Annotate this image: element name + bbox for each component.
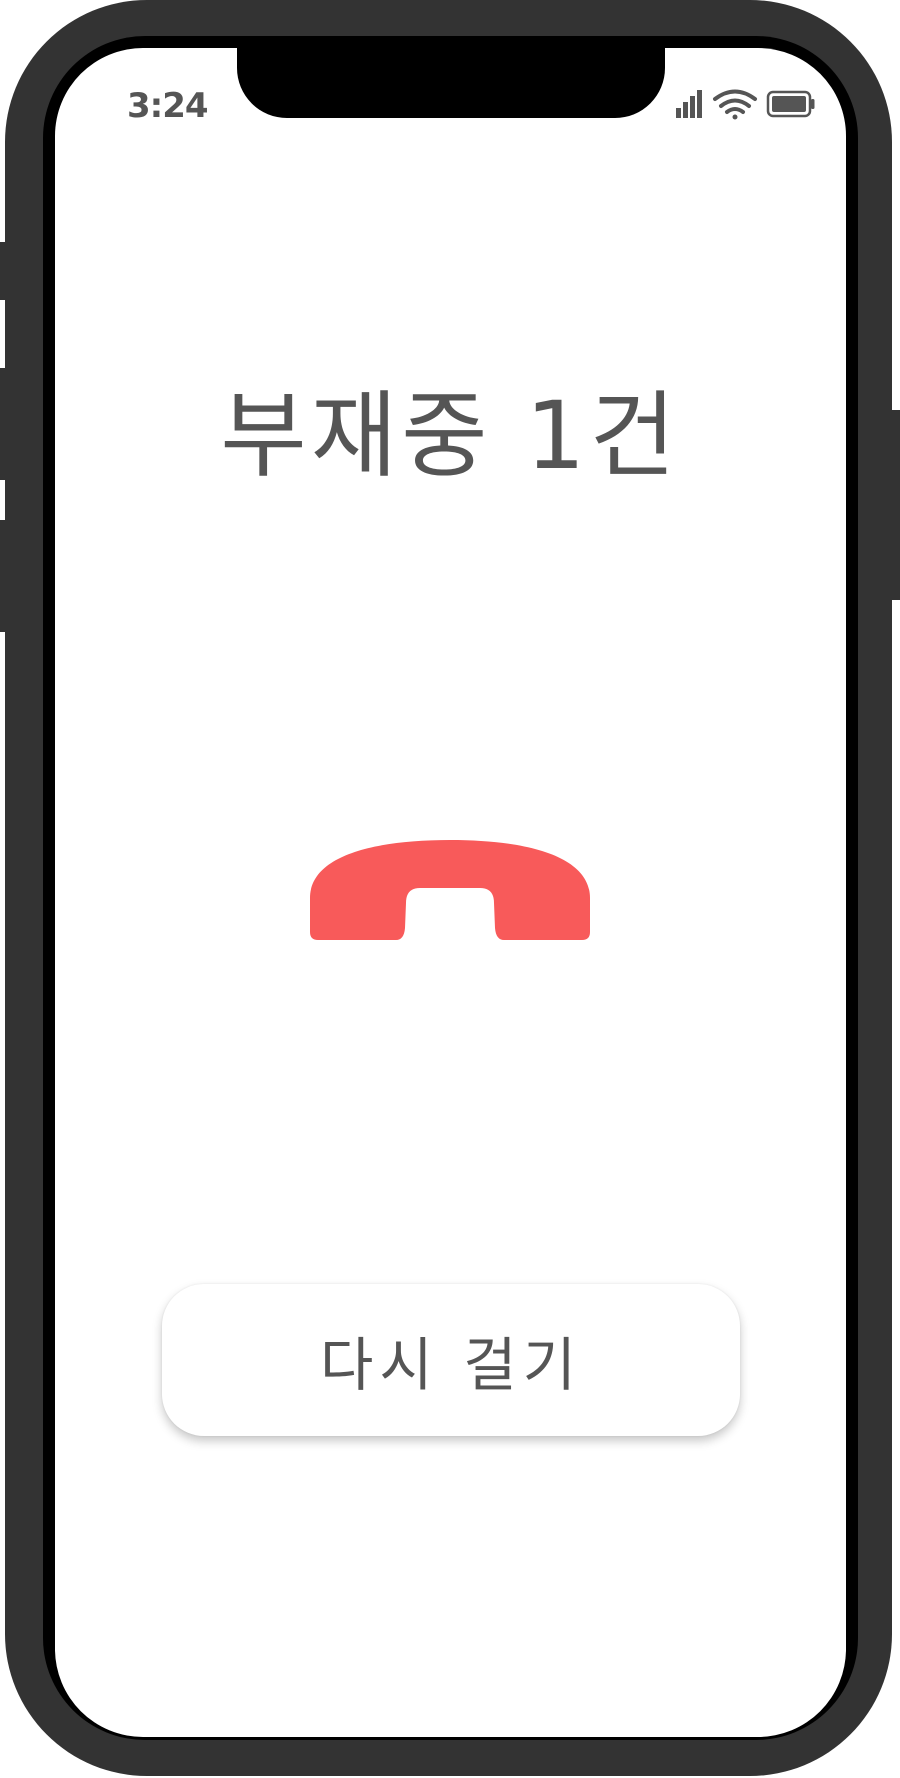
missed-call-title: 부재중 1건 [220,382,680,491]
app-canvas: 3:24 부재중 1건 다시 걸기 [0,0,900,1778]
notch [237,38,665,118]
redial-button[interactable]: 다시 걸기 [162,1284,740,1436]
wifi-icon [713,89,757,120]
status-time: 3:24 [127,86,209,126]
status-icons [676,89,815,120]
signal-icon [676,90,702,118]
redial-button-label: 다시 걸기 [320,1331,582,1399]
battery-icon [766,90,815,118]
phone-hangup-icon [310,840,590,940]
